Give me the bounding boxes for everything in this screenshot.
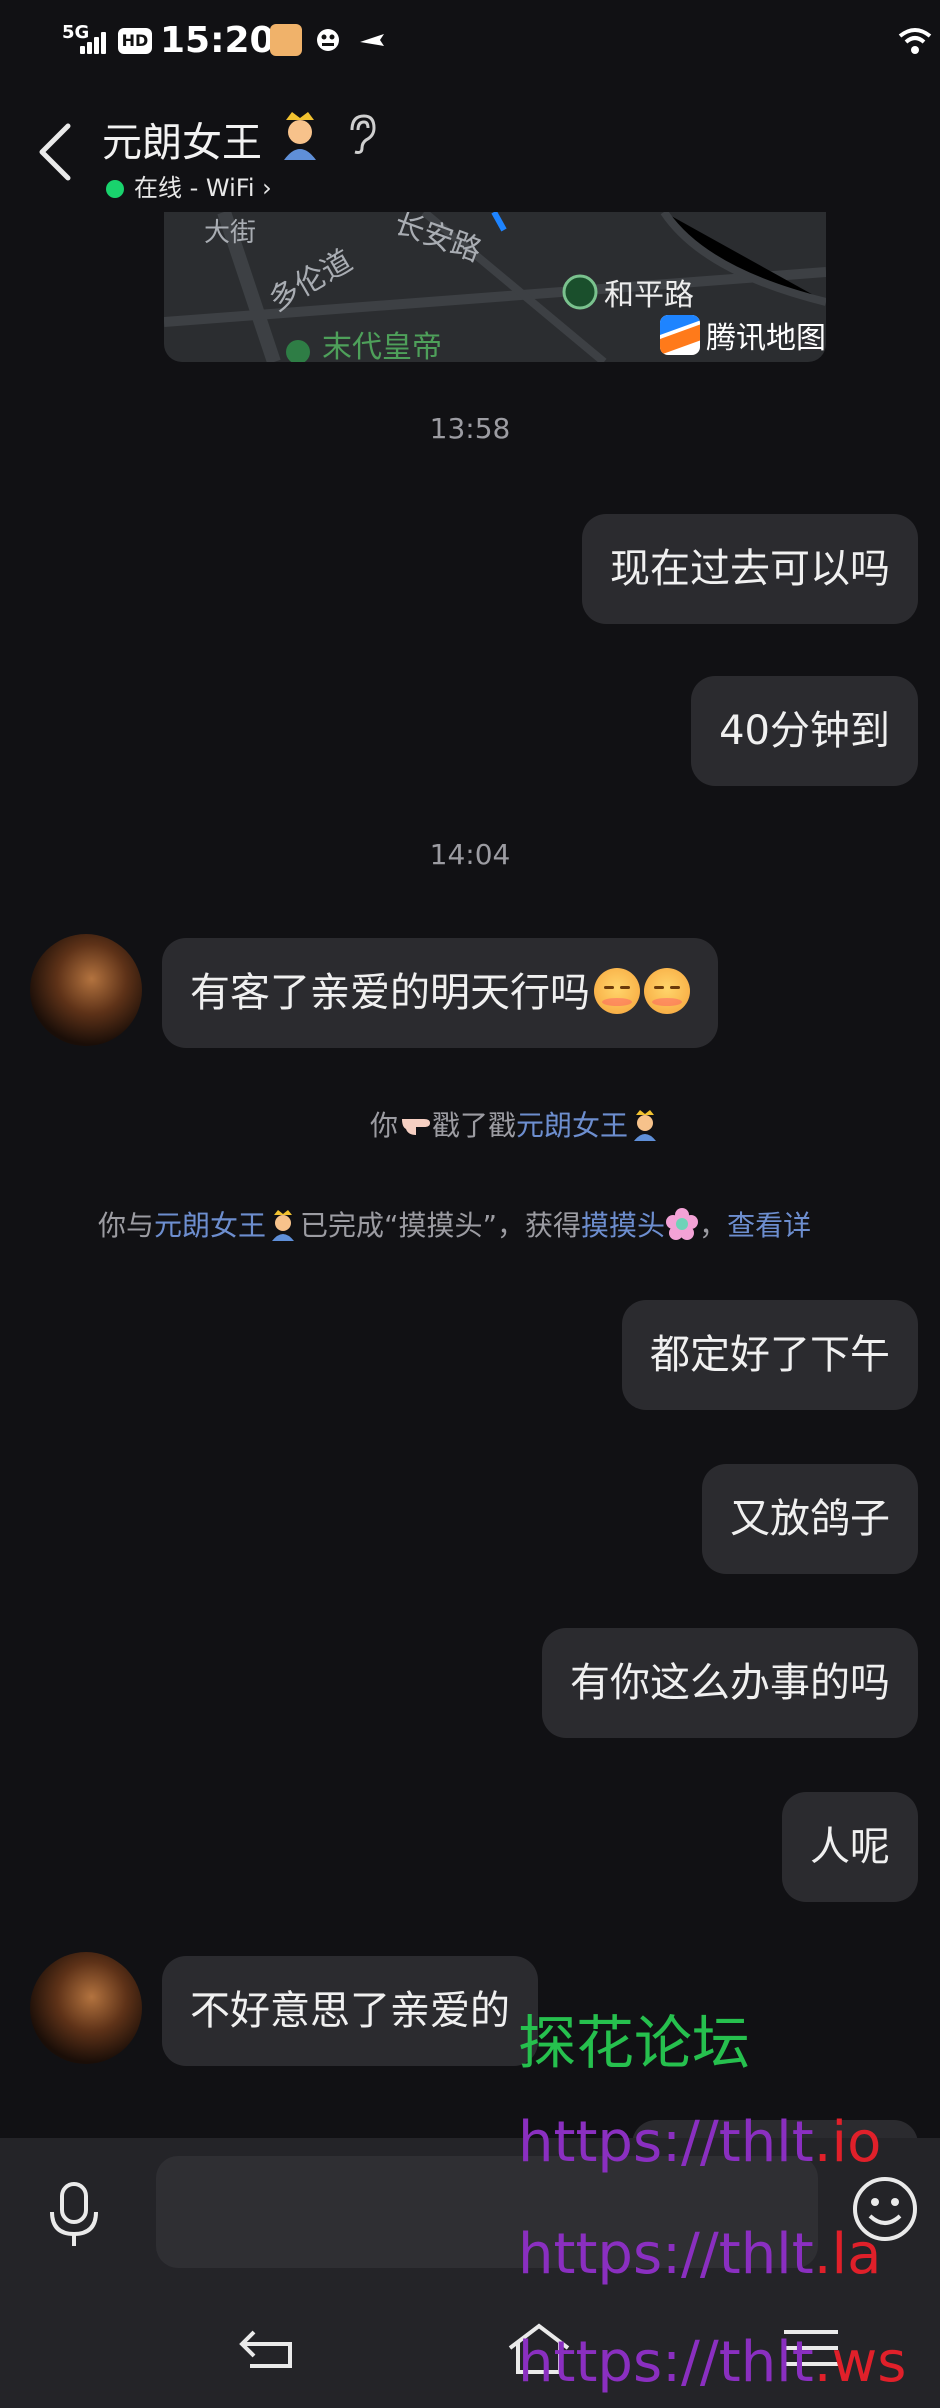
microphone-icon[interactable]	[46, 2180, 102, 2250]
map-provider-logo: 腾讯地图	[660, 312, 826, 358]
flower-emoji-icon	[666, 1208, 699, 1240]
received-message[interactable]: 不好意思了亲爱的	[162, 1956, 538, 2066]
poke-system-message: 你 戳了戳元朗女王	[370, 1104, 662, 1144]
achievement-system-message: 你与元朗女王 已完成“摸摸头”，获得摸摸头 ，查看详	[98, 1204, 811, 1244]
achievement-prefix: 你与	[98, 1209, 155, 1242]
achievement-text: 已完成“摸摸头”，获得	[300, 1209, 582, 1242]
princess-emoji-icon	[272, 1210, 295, 1241]
poke-target-link[interactable]: 元朗女王	[516, 1109, 628, 1142]
wifi-icon	[898, 28, 932, 54]
message-text: 有客了亲爱的明天行吗	[190, 970, 590, 1016]
back-nav-icon[interactable]	[234, 2318, 304, 2378]
signal-icon	[80, 30, 110, 54]
back-button[interactable]	[34, 120, 78, 184]
achievement-reward-link[interactable]: 摸摸头	[581, 1209, 665, 1242]
poke-subject: 你	[370, 1109, 399, 1142]
watermark-title: 探花论坛	[518, 2009, 751, 2077]
sent-message[interactable]: 都定好了下午	[622, 1300, 918, 1410]
princess-emoji-icon	[634, 1110, 657, 1141]
map-label: 末代皇帝	[322, 330, 442, 362]
princess-emoji-icon	[284, 112, 316, 160]
presence-status[interactable]: 在线 - WiFi ›	[106, 168, 272, 203]
watermark-url: https://thlt.io	[518, 2110, 882, 2175]
clock: 15:20	[160, 20, 275, 61]
sent-message[interactable]: 又放鸽子	[702, 1464, 918, 1574]
watermark-url: https://thlt.la	[518, 2222, 882, 2287]
status-bar: 5G HD 15:20	[0, 0, 940, 80]
location-map-card[interactable]: 大街 多伦道 长安路 和平路 末代皇帝 腾讯地图	[164, 212, 826, 362]
watermark-url: https://thlt.ws	[518, 2330, 907, 2395]
contact-avatar[interactable]	[30, 934, 142, 1046]
achievement-separator: ，	[699, 1209, 728, 1242]
kissing-face-emoji-icon	[594, 968, 640, 1014]
timestamp: 14:04	[429, 838, 511, 871]
map-label: 和平路	[604, 278, 694, 313]
sent-message[interactable]: 有你这么办事的吗	[542, 1628, 918, 1738]
online-dot-icon	[106, 180, 124, 198]
timestamp: 13:58	[429, 412, 511, 445]
map-provider-name: 腾讯地图	[706, 321, 826, 356]
presence-text: 在线 - WiFi ›	[134, 174, 272, 202]
view-details-link[interactable]: 查看详	[727, 1209, 811, 1242]
poke-action: 戳了戳	[432, 1109, 517, 1142]
game-controller-icon	[317, 29, 339, 51]
tencent-map-icon	[660, 315, 700, 355]
plane-icon	[360, 34, 384, 46]
pointing-hand-emoji-icon	[402, 1119, 431, 1135]
contact-avatar[interactable]	[30, 1952, 142, 2064]
sent-message[interactable]: 人呢	[782, 1792, 918, 1902]
kissing-face-emoji-icon	[644, 968, 690, 1014]
sent-message[interactable]: 现在过去可以吗	[582, 514, 918, 624]
achievement-partner-link[interactable]: 元朗女王	[154, 1209, 266, 1242]
sent-message[interactable]: 40分钟到	[691, 676, 918, 786]
contact-name[interactable]: 元朗女王	[102, 110, 262, 168]
app-notification-icon	[270, 24, 302, 56]
received-message[interactable]: 有客了亲爱的明天行吗	[162, 938, 718, 1048]
hd-badge: HD	[118, 28, 152, 54]
map-label: 大街	[204, 218, 257, 248]
chat-header: 元朗女王 在线 - WiFi ›	[0, 80, 940, 210]
ear-icon[interactable]	[344, 112, 378, 156]
